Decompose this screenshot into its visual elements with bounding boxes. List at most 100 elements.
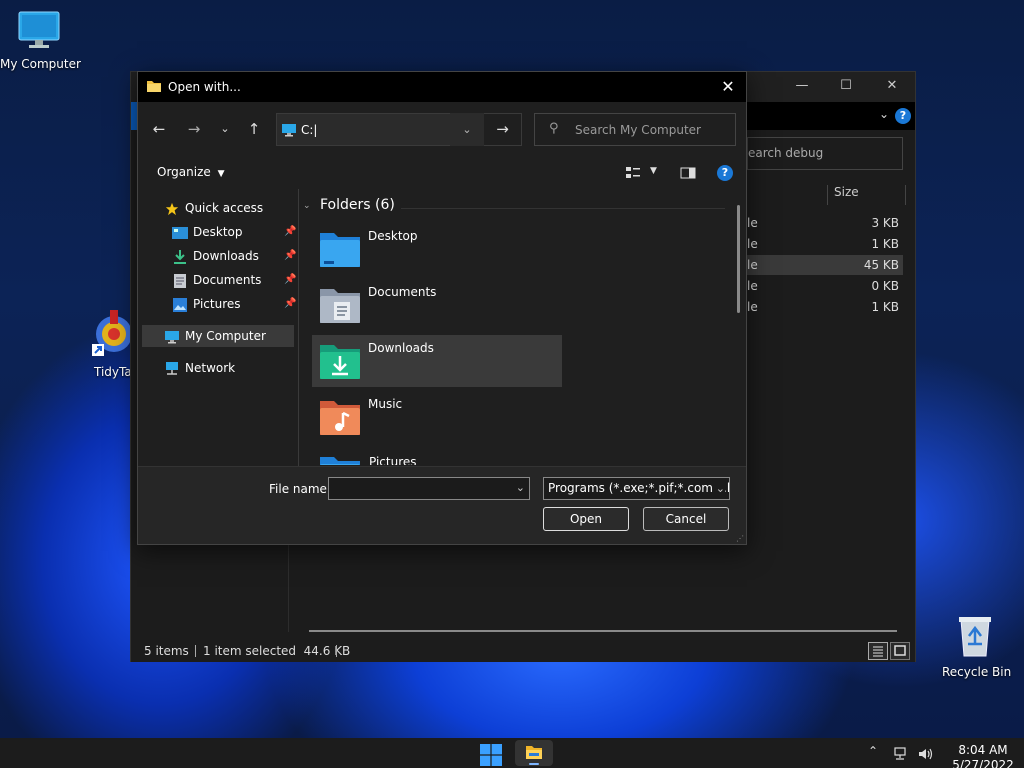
nav-item-desktop[interactable]: Desktop 📌 xyxy=(172,221,296,243)
folder-name: Pictures xyxy=(369,455,417,465)
status-item-count: 5 items xyxy=(144,644,189,658)
table-row[interactable]: le 1 KB xyxy=(747,234,903,254)
row-size: 1 KB xyxy=(871,237,899,251)
status-selection: 1 item selected 44.6 KB xyxy=(203,644,351,658)
pin-icon[interactable]: 📌 xyxy=(284,269,296,291)
dialog-title: Open with... xyxy=(168,80,241,94)
pin-icon[interactable]: 📌 xyxy=(284,221,296,243)
volume-icon[interactable] xyxy=(918,747,934,761)
folder-name: Music xyxy=(368,397,403,411)
file-name-label: File name: xyxy=(269,482,331,496)
change-view-icon[interactable] xyxy=(625,165,641,181)
group-header[interactable]: Folders (6) xyxy=(320,197,395,213)
recycle-bin-icon xyxy=(959,617,991,657)
large-icons-view-button[interactable] xyxy=(890,642,910,660)
table-row[interactable]: le 0 KB xyxy=(747,276,903,296)
active-app-indicator xyxy=(529,763,539,765)
nav-label: Network xyxy=(185,361,236,375)
taskbar-file-explorer[interactable] xyxy=(515,740,553,766)
chevron-down-icon[interactable]: ⌄ xyxy=(516,481,525,494)
chevron-down-icon[interactable]: ⌄ xyxy=(879,107,889,121)
open-button[interactable]: Open xyxy=(543,507,629,531)
vertical-scrollbar[interactable] xyxy=(737,205,740,313)
dialog-titlebar: Open with... ✕ xyxy=(138,72,746,102)
folder-icon xyxy=(147,81,161,92)
downloads-folder-icon xyxy=(320,345,360,379)
organize-label: Organize xyxy=(157,165,211,179)
address-dropdown-button[interactable]: ⌄ xyxy=(450,113,484,146)
chevron-down-icon[interactable]: ⌄ xyxy=(303,201,311,211)
minimize-button[interactable]: — xyxy=(787,78,817,98)
folder-item-desktop[interactable]: Desktop xyxy=(312,223,562,275)
search-input[interactable]: earch debug xyxy=(747,137,903,170)
desktop-icon xyxy=(172,226,188,239)
back-button[interactable]: ← xyxy=(148,118,170,140)
monitor-icon xyxy=(282,124,296,137)
desktop-icon-label: My Computer xyxy=(0,57,81,71)
folder-item-downloads[interactable]: Downloads xyxy=(312,335,562,387)
start-button-windows-icon[interactable] xyxy=(480,744,502,766)
pin-icon[interactable]: 📌 xyxy=(284,293,296,315)
desktop-icon-tidytal[interactable]: TidyTal xyxy=(88,310,132,379)
nav-item-network[interactable]: Network xyxy=(164,357,235,379)
close-button[interactable]: ✕ xyxy=(877,78,907,98)
navigation-pane: Quick access Desktop 📌 Downloads 📌 Docum… xyxy=(138,189,298,466)
folder-item-music[interactable]: Music xyxy=(312,391,562,443)
network-icon xyxy=(166,361,178,375)
forward-button[interactable]: → xyxy=(183,118,205,140)
details-view-button[interactable] xyxy=(868,642,888,660)
go-button[interactable]: → xyxy=(484,113,522,146)
desktop-icon-label: TidyTal xyxy=(94,365,132,379)
file-explorer-icon xyxy=(526,746,542,759)
folder-name: Desktop xyxy=(368,229,418,243)
column-separator[interactable] xyxy=(905,185,906,205)
desktop-icon-my-computer[interactable]: My Computer xyxy=(0,10,81,71)
up-button[interactable]: ↑ xyxy=(243,118,265,140)
help-icon[interactable]: ? xyxy=(717,165,733,181)
table-row[interactable]: le 3 KB xyxy=(747,213,903,233)
resize-grip[interactable]: ⋰ xyxy=(736,534,744,543)
nav-label: My Computer xyxy=(185,329,266,343)
chevron-down-icon: ▼ xyxy=(217,169,225,179)
nav-item-downloads[interactable]: Downloads 📌 xyxy=(172,245,296,267)
close-button[interactable]: ✕ xyxy=(716,76,740,98)
taskbar-clock[interactable]: 8:04 AM 5/27/2022 xyxy=(948,743,1018,768)
music-folder-icon xyxy=(320,401,360,435)
desktop-icon-recycle-bin[interactable]: Recycle Bin xyxy=(942,614,1011,679)
folder-item-pictures[interactable]: Pictures xyxy=(312,447,562,465)
file-name-combobox[interactable]: ⌄ xyxy=(328,477,530,500)
table-row-selected[interactable]: le 45 KB xyxy=(747,255,903,275)
large-icons-view-icon xyxy=(894,645,906,656)
table-row[interactable]: le 1 KB xyxy=(747,297,903,317)
star-icon xyxy=(165,202,179,215)
maximize-button[interactable]: ☐ xyxy=(831,78,861,98)
nav-item-my-computer[interactable]: My Computer xyxy=(142,325,294,347)
show-hidden-icons-chevron-icon[interactable]: ⌃ xyxy=(868,744,878,758)
chevron-down-icon: ⌄ xyxy=(712,478,725,499)
clock-date: 5/27/2022 xyxy=(952,758,1014,768)
column-header-size[interactable]: Size xyxy=(827,185,859,205)
pictures-icon xyxy=(173,297,187,312)
cancel-button[interactable]: Cancel xyxy=(643,507,729,531)
folder-name: Documents xyxy=(368,285,437,299)
horizontal-scrollbar[interactable] xyxy=(309,630,897,632)
nav-item-quick-access[interactable]: Quick access xyxy=(164,197,263,219)
preview-pane-icon[interactable] xyxy=(680,165,696,181)
recent-locations-button[interactable]: ⌄ xyxy=(214,118,236,140)
file-type-select[interactable]: Programs (*.exe;*.pif;*.com;*.bat) ⌄ xyxy=(543,477,730,500)
search-placeholder: Search My Computer xyxy=(575,123,701,137)
group-divider xyxy=(401,208,725,209)
nav-item-pictures[interactable]: Pictures 📌 xyxy=(172,293,296,315)
view-options-chevron-icon[interactable]: ▼ xyxy=(650,166,657,176)
row-type: le xyxy=(747,300,758,314)
organize-menu[interactable]: Organize ▼ xyxy=(157,165,225,179)
row-type: le xyxy=(747,216,758,230)
nav-item-documents[interactable]: Documents 📌 xyxy=(172,269,296,291)
network-tray-icon[interactable] xyxy=(893,747,909,761)
folder-item-documents[interactable]: Documents xyxy=(312,279,562,331)
file-type-value: Programs (*.exe;*.pif;*.com;*.bat) xyxy=(548,481,729,495)
pin-icon[interactable]: 📌 xyxy=(284,245,296,267)
search-box[interactable]: ⚲ Search My Computer xyxy=(534,113,736,146)
help-icon[interactable]: ? xyxy=(895,108,911,124)
pictures-folder-icon xyxy=(320,457,360,465)
